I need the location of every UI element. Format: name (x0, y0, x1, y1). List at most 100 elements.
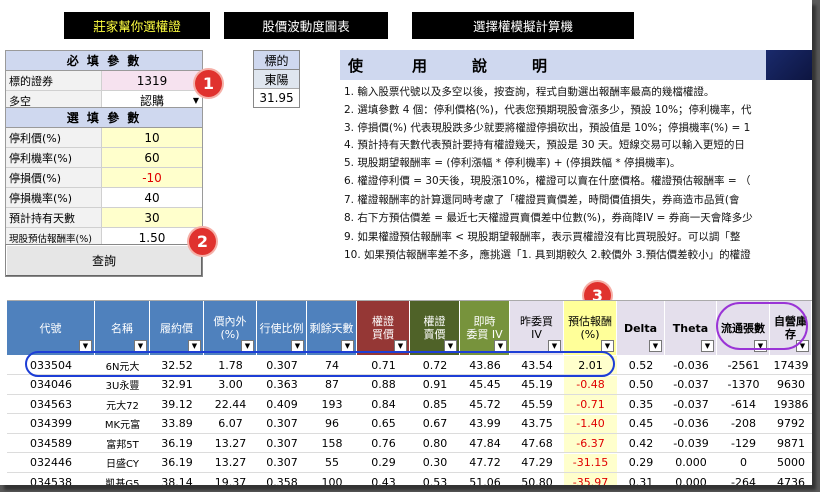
column-header-label: 預估報酬 (%) (568, 315, 612, 341)
filter-dropdown-icon[interactable]: ▼ (701, 340, 714, 352)
column-header: Theta ▼ (665, 301, 717, 355)
filter-dropdown-icon[interactable]: ▼ (79, 340, 92, 352)
column-header: 名稱 ▼ (95, 301, 150, 355)
column-header: 價內外 (%) ▼ (204, 301, 257, 355)
table-row[interactable]: 033504 6N元大 32.52 1.78 0.307 74 0.71 0.72 43.86 4… (7, 356, 812, 375)
table-cell: 1.78 (204, 356, 257, 375)
table-cell: 0.71 (357, 356, 410, 375)
filter-dropdown-icon[interactable]: ▼ (134, 340, 147, 352)
table-cell: 3.00 (204, 376, 257, 395)
table-row[interactable]: 034589 富邦5T 36.19 13.27 0.307 158 0.76 0.80 47.8… (7, 434, 812, 453)
param-label: 停利機率(%) (6, 148, 102, 167)
table-cell: 96 (307, 415, 357, 434)
instruction-line: 10. 如果預估報酬率差不多，應挑選「1. 具到期較久 2.較價外 3.預估價差… (344, 249, 751, 261)
take-profit-price-input[interactable]: 10 (102, 128, 202, 147)
column-header-label: Delta (623, 321, 658, 335)
instructions-body: 1. 輸入股票代號以及多空以後，按查詢，程式自動選出報酬率最高的幾檔權證。 2.… (340, 80, 812, 262)
table-cell: 43.86 (460, 356, 510, 375)
filter-dropdown-icon[interactable]: ▼ (754, 340, 767, 352)
volatility-chart-button[interactable]: 股價波動度圖表 (224, 12, 388, 39)
filter-dropdown-icon[interactable]: ▼ (548, 340, 561, 352)
table-cell: 凱基G5 (95, 473, 150, 486)
filter-dropdown-icon[interactable]: ▼ (649, 340, 662, 352)
table-cell: 0.88 (357, 376, 410, 395)
table-cell: 0.30 (410, 454, 460, 473)
table-cell: 32.52 (150, 356, 204, 375)
underlying-code-input[interactable]: 1319 (102, 71, 202, 90)
table-cell: 0.42 (617, 434, 665, 453)
table-cell: -129 (717, 434, 770, 453)
table-row[interactable]: 034399 MK元富 33.89 6.07 0.307 96 0.65 0.67 43.99 4… (7, 414, 812, 434)
table-cell: 74 (307, 356, 357, 375)
table-cell: 50.80 (510, 473, 564, 486)
table-row[interactable]: 034538 凱基G5 38.14 19.37 0.358 100 0.43 0.53 51.0… (7, 473, 812, 485)
table-cell: 0.72 (410, 356, 460, 375)
filter-dropdown-icon[interactable]: ▼ (601, 340, 614, 352)
table-cell: 0.307 (257, 454, 307, 473)
required-params-header: 必 填 參 數 (6, 51, 202, 71)
table-cell: 0.000 (665, 473, 717, 486)
column-header-label: 即時 委買 IV (466, 315, 503, 341)
chevron-down-icon[interactable]: ▼ (193, 96, 199, 105)
warrant-picker-button[interactable]: 莊家幫你選權證 (64, 12, 210, 39)
stop-loss-price-input[interactable]: -10 (102, 168, 202, 187)
filter-dropdown-icon[interactable]: ▼ (494, 340, 507, 352)
column-header-label: 價內外 (%) (213, 315, 247, 341)
column-header: 履約價 ▼ (150, 301, 204, 355)
table-cell: 13.27 (204, 434, 257, 453)
take-profit-prob-input[interactable]: 60 (102, 148, 202, 167)
table-cell: 2.01 (564, 356, 617, 375)
optional-params-panel: 選 填 參 數 停利價(%) 10 停利機率(%) 60 停損價(%) -10 … (5, 107, 203, 248)
table-cell: 日盛CY (95, 454, 150, 473)
filter-dropdown-icon[interactable]: ▼ (291, 340, 304, 352)
query-button[interactable]: 查詢 (5, 244, 203, 277)
table-cell: 0.80 (410, 434, 460, 453)
filter-dropdown-icon[interactable]: ▼ (796, 340, 809, 352)
instruction-line: 7. 權證報酬率的計算還同時考慮了「權證買賣價差，時間價值損失，券商造市品質(會 (344, 194, 740, 206)
instructions-title: 使 用 說 明 (340, 50, 812, 80)
title-char: 使 (348, 56, 364, 75)
table-cell: 13.27 (204, 454, 257, 473)
option-calculator-button[interactable]: 選擇權模擬計算機 (412, 12, 634, 39)
table-cell: -0.71 (564, 395, 617, 414)
table-row[interactable]: 032446 日盛CY 36.19 13.27 0.307 55 0.29 0.30 47.72… (7, 453, 812, 473)
instruction-line: 1. 輸入股票代號以及多空以後，按查詢，程式自動選出報酬率最高的幾檔權證。 (344, 86, 715, 98)
column-header-label: Theta (672, 321, 709, 335)
table-cell: 43.75 (510, 415, 564, 434)
table-cell: 0.84 (357, 395, 410, 414)
table-cell: -0.039 (665, 434, 717, 453)
table-cell: 47.84 (460, 434, 510, 453)
table-cell: 5000 (770, 454, 812, 473)
filter-dropdown-icon[interactable]: ▼ (341, 340, 354, 352)
table-cell: 4736 (770, 473, 812, 486)
column-header-label: 自營庫存 (774, 315, 807, 341)
table-cell: 9630 (770, 376, 812, 395)
column-header: 代號 ▼ (7, 301, 95, 355)
table-cell: 0.31 (617, 473, 665, 486)
holding-days-input[interactable]: 30 (102, 208, 202, 227)
param-label: 停利價(%) (6, 128, 102, 147)
table-cell: 33.89 (150, 415, 204, 434)
filter-dropdown-icon[interactable]: ▼ (444, 340, 457, 352)
table-row[interactable]: 034563 元大72 39.12 22.44 0.409 193 0.84 0.85 45.7… (7, 395, 812, 414)
table-cell: 22.44 (204, 395, 257, 414)
table-cell: -264 (717, 473, 770, 486)
table-cell: 47.68 (510, 434, 564, 453)
column-header: 行使比例 ▼ (257, 301, 307, 355)
column-header: 自營庫存 ▼ (770, 301, 812, 355)
step-badge-2: 2 (189, 228, 216, 255)
instruction-line: 9. 如果權證預估報酬率 < 現股期望報酬率，表示買權證沒有比買現股好。可以調「… (344, 231, 741, 243)
title-char: 用 (412, 56, 428, 75)
underlying-header: 標的 (254, 51, 299, 70)
filter-dropdown-icon[interactable]: ▼ (241, 340, 254, 352)
take-profit-prob-row: 停利機率(%) 60 (6, 148, 202, 168)
filter-dropdown-icon[interactable]: ▼ (188, 340, 201, 352)
table-cell: 0.43 (357, 473, 410, 486)
table-cell: 0.29 (357, 454, 410, 473)
table-row[interactable]: 034046 3U永豐 32.91 3.00 0.363 87 0.88 0.91 45.45 4… (7, 375, 812, 395)
table-cell: 0.307 (257, 434, 307, 453)
filter-dropdown-icon[interactable]: ▼ (394, 340, 407, 352)
required-params-panel: 必 填 參 數 標的證券 1319 多空 認購 ▼ (5, 50, 203, 111)
table-cell: 0.363 (257, 376, 307, 395)
table-cell: 43.54 (510, 356, 564, 375)
